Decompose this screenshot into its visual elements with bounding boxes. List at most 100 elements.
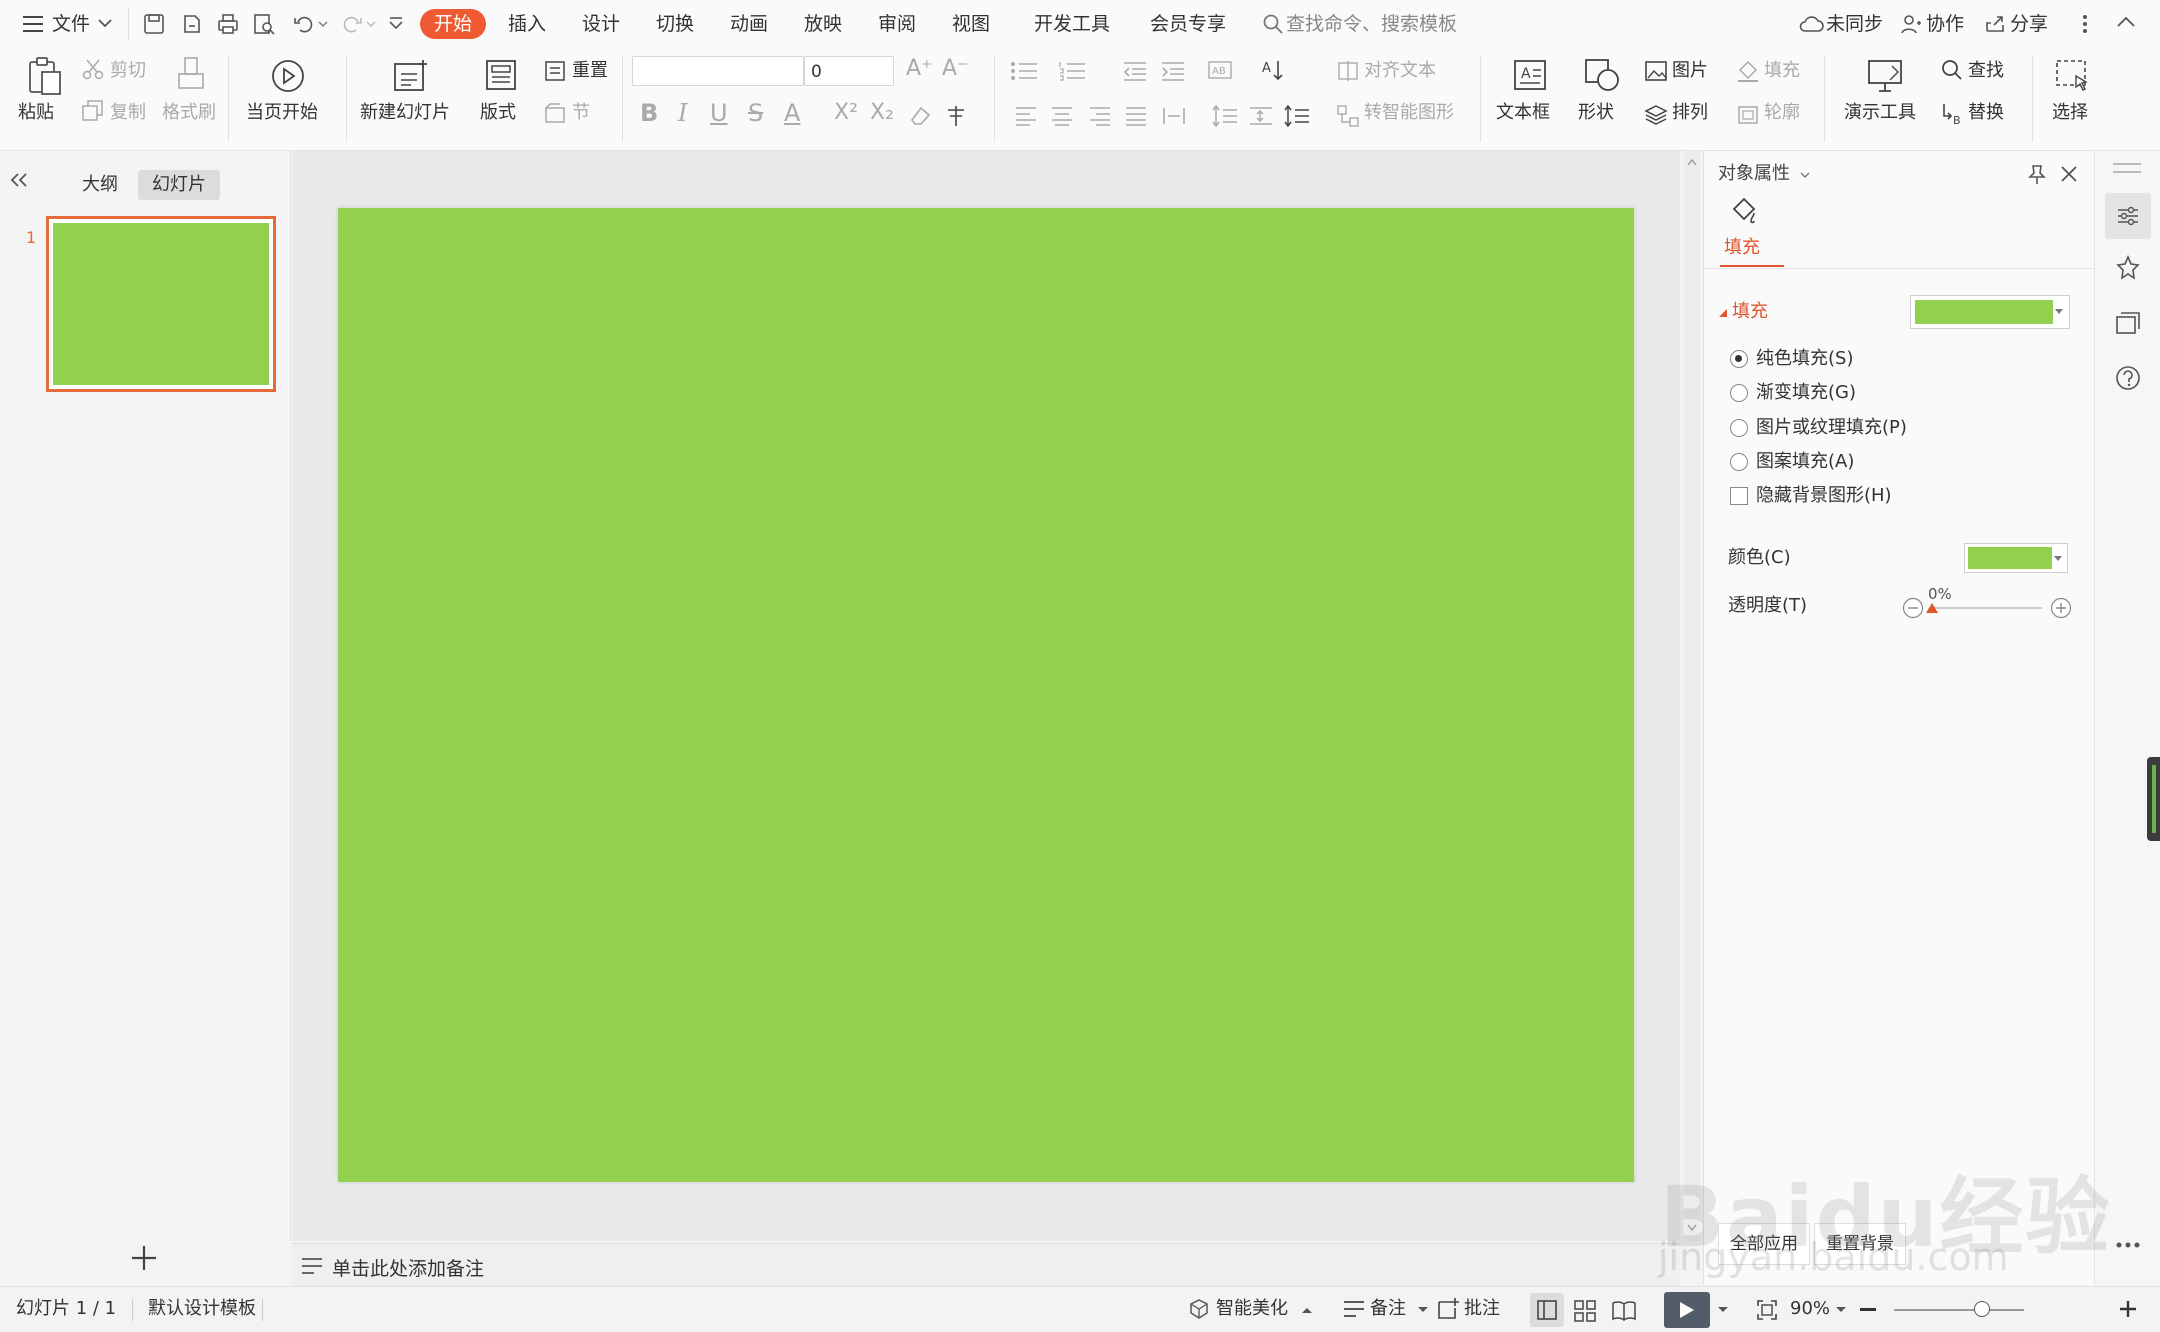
arrange-button[interactable]: 排列	[1672, 102, 1708, 124]
zoom-out-icon[interactable]	[1860, 1308, 1876, 1311]
shape-button[interactable]: 形状	[1578, 102, 1614, 124]
notes-bar[interactable]: 单击此处添加备注	[292, 1243, 1680, 1286]
collapse-panel-icon[interactable]	[10, 172, 28, 188]
normal-view-button[interactable]	[1530, 1293, 1564, 1327]
caret-up-icon[interactable]	[1302, 1307, 1312, 1313]
chevron-down-icon[interactable]	[1800, 171, 1810, 179]
hamburger-icon[interactable]	[22, 14, 44, 34]
file-menu[interactable]: 文件	[52, 10, 90, 38]
italic-icon[interactable]: I	[678, 101, 687, 125]
color-dropdown[interactable]	[1964, 543, 2068, 573]
redo-dropdown-icon[interactable]	[366, 20, 376, 28]
close-icon[interactable]	[2060, 165, 2078, 183]
align-text-icon[interactable]	[1336, 60, 1360, 82]
select-icon[interactable]	[2054, 58, 2092, 94]
option-gradient-fill[interactable]: 渐变填充(G)	[1756, 382, 1856, 404]
play-slideshow-button[interactable]	[1664, 1292, 1710, 1328]
reading-view-icon[interactable]	[1612, 1300, 1636, 1322]
hide-background-label[interactable]: 隐藏背景图形(H)	[1756, 485, 1892, 507]
reset-button[interactable]: 重置	[572, 60, 608, 82]
font-color-icon[interactable]: A	[784, 101, 800, 125]
paste-icon[interactable]	[26, 56, 62, 96]
picture-icon[interactable]	[1644, 60, 1668, 82]
chevron-down-icon[interactable]	[98, 18, 112, 28]
align-center-icon[interactable]	[1050, 106, 1074, 126]
line-spacing-sort-icon[interactable]: A	[1262, 58, 1296, 82]
presentation-tools-button[interactable]: 演示工具	[1844, 102, 1916, 124]
textbox-icon[interactable]: A	[1512, 58, 1548, 92]
outline-button[interactable]: 轮廓	[1764, 102, 1800, 124]
copy-button[interactable]: 复制	[110, 102, 146, 124]
fill-bucket-icon[interactable]	[1736, 60, 1760, 82]
decrease-indent-icon[interactable]	[1122, 60, 1148, 82]
slideshow-dropdown-icon[interactable]	[1718, 1307, 1728, 1313]
paragraph-spacing-icon[interactable]	[1248, 104, 1274, 128]
text-direction-icon[interactable]: AB	[1208, 60, 1242, 82]
hide-background-checkbox[interactable]	[1730, 487, 1748, 505]
smart-beautify-button[interactable]: 智能美化	[1216, 1298, 1288, 1320]
font-size-combo[interactable]: 0	[804, 56, 894, 86]
section-icon[interactable]	[544, 102, 566, 124]
increase-icon[interactable]	[2050, 597, 2072, 619]
share-button[interactable]: 分享	[2010, 10, 2048, 38]
option-solid-fill[interactable]: 纯色填充(S)	[1756, 348, 1853, 370]
play-circle-icon[interactable]	[270, 58, 306, 94]
superscript-icon[interactable]: X²	[834, 102, 858, 124]
shrink-font-icon[interactable]: A⁻	[942, 58, 969, 80]
tab-design[interactable]: 设计	[582, 10, 620, 38]
find-icon[interactable]	[1940, 58, 1964, 82]
font-name-combo[interactable]	[632, 56, 804, 86]
presentation-tools-icon[interactable]	[1866, 58, 1906, 94]
sync-status[interactable]: 未同步	[1826, 10, 1883, 38]
clear-format-icon[interactable]	[908, 104, 932, 126]
section-fill-header[interactable]: 填充	[1732, 301, 1768, 323]
line-spacing-icon[interactable]	[1212, 104, 1238, 128]
tab-start[interactable]: 开始	[420, 9, 487, 39]
smartart-icon[interactable]	[1336, 104, 1360, 128]
notes-dropdown-icon[interactable]	[1418, 1307, 1428, 1313]
justify-icon[interactable]	[1124, 106, 1148, 126]
paste-button[interactable]: 粘贴	[18, 102, 54, 124]
tab-slides[interactable]: 幻灯片	[138, 170, 220, 200]
increase-indent-icon[interactable]	[1160, 60, 1186, 82]
textbox-button[interactable]: 文本框	[1496, 102, 1550, 124]
smartart-button[interactable]: 转智能图形	[1364, 102, 1454, 124]
tab-member[interactable]: 会员专享	[1150, 10, 1226, 38]
decrease-icon[interactable]	[1902, 597, 1924, 619]
tab-fill[interactable]: 填充	[1724, 237, 1760, 259]
tab-view[interactable]: 视图	[952, 10, 990, 38]
section-button[interactable]: 节	[572, 102, 590, 124]
cut-button[interactable]: 剪切	[110, 60, 146, 82]
shape-icon[interactable]	[1584, 58, 1620, 92]
pin-icon[interactable]	[2026, 163, 2048, 185]
transition-icon[interactable]	[2115, 311, 2141, 337]
option-picture-fill[interactable]: 图片或纹理填充(P)	[1756, 417, 1907, 439]
add-slide-icon[interactable]	[130, 1244, 158, 1272]
comments-button[interactable]: 批注	[1464, 1298, 1500, 1320]
new-slide-button[interactable]: 新建幻灯片	[360, 102, 450, 124]
zoom-dropdown-icon[interactable]	[1836, 1307, 1846, 1313]
reset-icon[interactable]	[544, 60, 566, 82]
columns-icon[interactable]	[1284, 104, 1314, 128]
align-text-button[interactable]: 对齐文本	[1364, 60, 1436, 82]
strikethrough-icon[interactable]: S	[748, 101, 763, 125]
radio-picture-fill[interactable]	[1730, 419, 1748, 437]
undo-dropdown-icon[interactable]	[318, 20, 328, 28]
command-search[interactable]: 查找命令、搜索模板	[1286, 10, 1457, 38]
radio-solid-fill[interactable]	[1730, 350, 1748, 368]
notes-placeholder[interactable]: 单击此处添加备注	[332, 1254, 484, 1281]
save-icon[interactable]	[142, 12, 166, 36]
collapse-triangle-icon[interactable]	[1718, 308, 1728, 318]
radio-pattern-fill[interactable]	[1730, 453, 1748, 471]
template-name[interactable]: 默认设计模板	[148, 1298, 256, 1320]
collapse-ribbon-icon[interactable]	[2116, 16, 2136, 28]
help-icon[interactable]	[2115, 365, 2141, 391]
underline-icon[interactable]: U	[710, 101, 728, 125]
from-current-button[interactable]: 当页开始	[246, 102, 318, 124]
bold-icon[interactable]: B	[640, 101, 658, 125]
zoom-in-icon[interactable]	[2118, 1299, 2138, 1319]
properties-button[interactable]	[2105, 193, 2151, 239]
select-button[interactable]: 选择	[2052, 102, 2088, 124]
replace-button[interactable]: 替换	[1968, 102, 2004, 124]
slide-thumbnail[interactable]	[46, 216, 276, 392]
